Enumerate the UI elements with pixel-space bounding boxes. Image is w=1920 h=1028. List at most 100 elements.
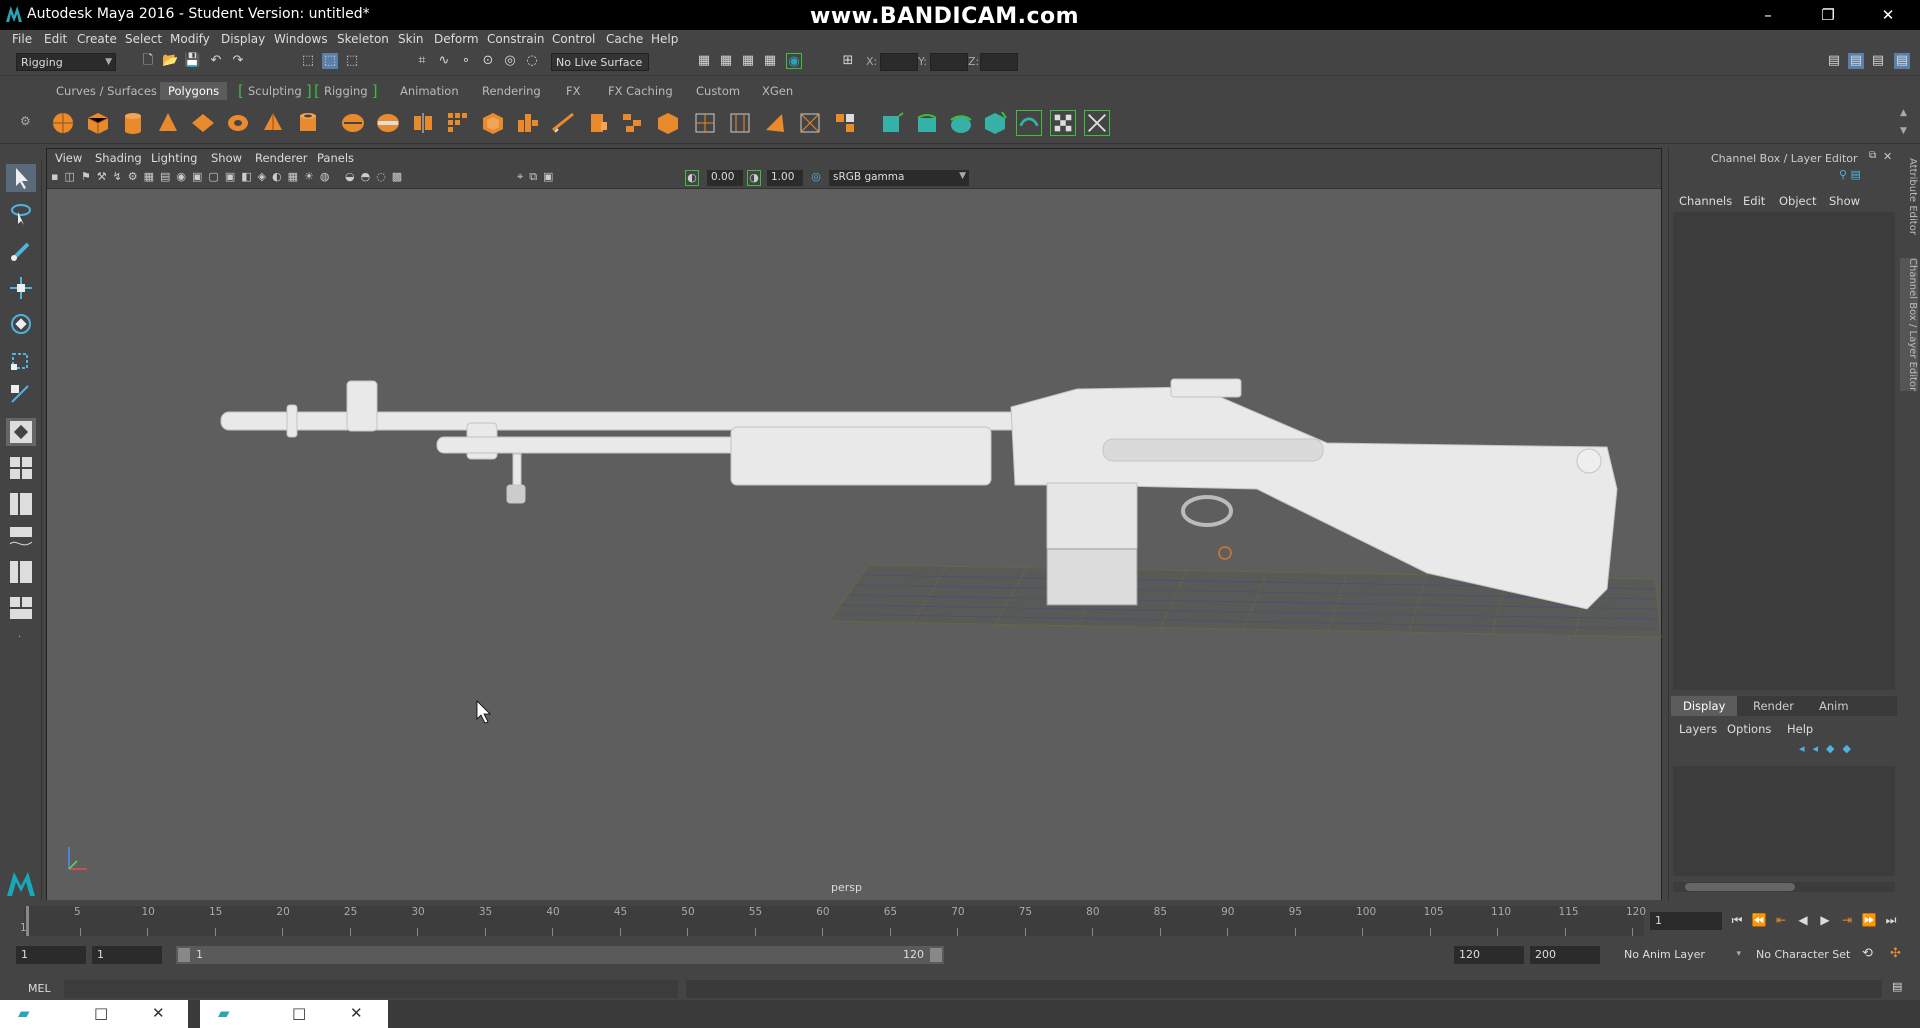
menu-help[interactable]: Help (651, 32, 678, 46)
taskbar-maya-window-1[interactable]: ▰ □ ✕ (0, 1000, 188, 1028)
x-coordinate-field[interactable] (880, 53, 918, 71)
persp-outliner-layout-icon[interactable] (6, 490, 36, 518)
shelf-tab-fx[interactable]: FX (558, 82, 589, 100)
go-to-end-icon[interactable]: ⏭ (1882, 912, 1900, 928)
cb-menu-show[interactable]: Show (1829, 194, 1860, 208)
persp-graph-layout-icon[interactable] (6, 524, 36, 552)
layer-action-icons[interactable]: ◂◂◆◆ (1799, 742, 1889, 756)
menu-edit[interactable]: Edit (44, 32, 67, 46)
float-panel-icon[interactable]: ⧉ (1869, 150, 1876, 161)
bridge-icon[interactable] (550, 110, 576, 136)
step-forward-key-icon[interactable]: ⏩ (1860, 912, 1878, 928)
uv-editor-icon[interactable] (1016, 110, 1042, 136)
modeling-toolkit-icon[interactable]: ▤ (1826, 53, 1842, 69)
new-scene-icon[interactable]: 🗋 (140, 53, 156, 69)
paint-select-tool-icon[interactable] (6, 236, 36, 264)
layer-list[interactable] (1673, 766, 1895, 876)
layer-scrollbar-thumb[interactable] (1685, 883, 1795, 891)
offset-edge-loop-icon[interactable] (727, 110, 753, 136)
channel-box-toggle-icon[interactable]: ▤ (1894, 53, 1910, 69)
toolbox-more-icon[interactable]: · (18, 632, 21, 643)
separate-icon[interactable] (375, 110, 401, 136)
open-scene-icon[interactable]: 📂 (162, 53, 178, 69)
gamma-field[interactable]: 1.00 (767, 170, 803, 186)
ipr-render-icon[interactable]: ▦ (740, 53, 756, 69)
step-back-key-icon[interactable]: ⏪ (1750, 912, 1768, 928)
combine-icon[interactable] (340, 110, 366, 136)
multi-cut-icon[interactable] (620, 110, 646, 136)
append-polygon-icon[interactable] (762, 110, 788, 136)
layer-tab-display[interactable]: Display (1671, 696, 1738, 716)
channel-list[interactable] (1673, 212, 1895, 690)
shelf-tab-animation[interactable]: Animation (392, 82, 467, 100)
cb-menu-channels[interactable]: Channels (1679, 194, 1732, 208)
poly-torus-icon[interactable] (225, 110, 251, 136)
current-time-indicator[interactable] (26, 906, 29, 936)
shelf-tab-fx-caching[interactable]: FX Caching (600, 82, 681, 100)
menu-windows[interactable]: Windows (274, 32, 328, 46)
menu-select[interactable]: Select (125, 32, 162, 46)
undo-icon[interactable]: ↶ (208, 53, 224, 69)
taskbar-restore-icon[interactable]: □ (292, 1004, 306, 1022)
animation-preferences-icon[interactable]: ✣ (1890, 946, 1908, 964)
shelf-tab-xgen[interactable]: XGen (754, 82, 801, 100)
start-time-field[interactable]: 1 (16, 946, 86, 964)
insert-edge-loop-icon[interactable] (692, 110, 718, 136)
snap-grid-icon[interactable]: ⌗ (414, 53, 430, 69)
channel-box-side-tab[interactable]: Channel Box / Layer Editor (1900, 258, 1918, 392)
scale-tool-icon[interactable] (6, 346, 36, 374)
move-tool-icon[interactable] (6, 274, 36, 302)
poly-sphere-icon[interactable] (50, 110, 76, 136)
automatic-mapping-icon[interactable] (982, 110, 1008, 136)
tool-settings-toggle-icon[interactable]: ▤ (1870, 53, 1886, 69)
gamma-toggle-icon[interactable]: ◑ (747, 170, 761, 186)
snap-curve-icon[interactable]: ∿ (436, 53, 452, 69)
hypershade-layout-icon[interactable] (6, 558, 36, 586)
shelf-tab-polygons[interactable]: Polygons (160, 82, 228, 100)
outliner-persp-layout-icon[interactable] (6, 594, 36, 622)
lasso-tool-icon[interactable] (6, 200, 36, 228)
menu-cache[interactable]: Cache (606, 32, 643, 46)
y-coordinate-field[interactable] (930, 53, 968, 71)
step-back-frame-icon[interactable]: ⇤ (1772, 912, 1790, 928)
script-editor-icon[interactable]: ▤ (1892, 980, 1910, 998)
last-tool-icon[interactable] (6, 380, 36, 408)
snap-point-icon[interactable]: ∘ (458, 53, 474, 69)
checker-map-icon[interactable] (1050, 110, 1076, 136)
taskbar-restore-icon[interactable]: □ (94, 1004, 108, 1022)
cb-menu-edit[interactable]: Edit (1743, 194, 1765, 208)
close-panel-icon[interactable]: ✕ (1883, 150, 1892, 163)
shelf-menu-icon[interactable]: ⚙ (20, 114, 34, 128)
shelf-tab-rigging[interactable]: Rigging (314, 82, 377, 100)
layer-menu-options[interactable]: Options (1727, 722, 1771, 736)
channel-box-tool-icons[interactable]: ⚲ ▤ (1839, 168, 1879, 182)
snap-surface-icon[interactable]: ◎ (502, 53, 518, 69)
range-end-handle[interactable] (930, 948, 942, 962)
layer-tab-render[interactable]: Render (1741, 696, 1806, 716)
planar-mapping-icon[interactable] (880, 110, 906, 136)
play-backwards-icon[interactable]: ◀ (1794, 912, 1812, 928)
cylindrical-mapping-icon[interactable] (914, 110, 940, 136)
poly-cube-icon[interactable] (85, 110, 111, 136)
time-ruler[interactable]: 1 5 10 15 20 25 30 35 40 45 50 55 60 65 70 75 80 85 90 95 10… (20, 906, 1646, 936)
poly-cone-icon[interactable] (155, 110, 181, 136)
spherical-mapping-icon[interactable] (948, 110, 974, 136)
shelf-tab-curves-surfaces[interactable]: Curves / Surfaces (48, 82, 165, 100)
viewport-menu-shading[interactable]: Shading (95, 151, 142, 165)
go-to-start-icon[interactable]: ⏮ (1728, 912, 1746, 928)
taskbar-maya-window-2[interactable]: ▰ □ ✕ (200, 1000, 388, 1028)
shelf-scroll-down-icon[interactable]: ▼ (1900, 126, 1907, 136)
redo-icon[interactable]: ↷ (230, 53, 246, 69)
snap-curve-point-icon[interactable]: ◌ (524, 53, 540, 69)
viewport-menu-show[interactable]: Show (211, 151, 242, 165)
character-set-dropdown[interactable]: No Character Set (1752, 946, 1856, 964)
layer-tab-anim[interactable]: Anim (1807, 696, 1861, 716)
viewport-menu-lighting[interactable]: Lighting (151, 151, 197, 165)
render-current-frame-icon[interactable]: ▦ (718, 53, 734, 69)
taskbar-close-icon[interactable]: ✕ (350, 1004, 363, 1022)
taskbar-close-icon[interactable]: ✕ (152, 1004, 165, 1022)
perspective-viewport[interactable]: View Shading Lighting Show Renderer Pane… (46, 148, 1662, 901)
viewport-menu-view[interactable]: View (55, 151, 82, 165)
quad-draw-icon[interactable] (832, 110, 858, 136)
object-relative-icon[interactable]: ⊞ (840, 53, 856, 69)
